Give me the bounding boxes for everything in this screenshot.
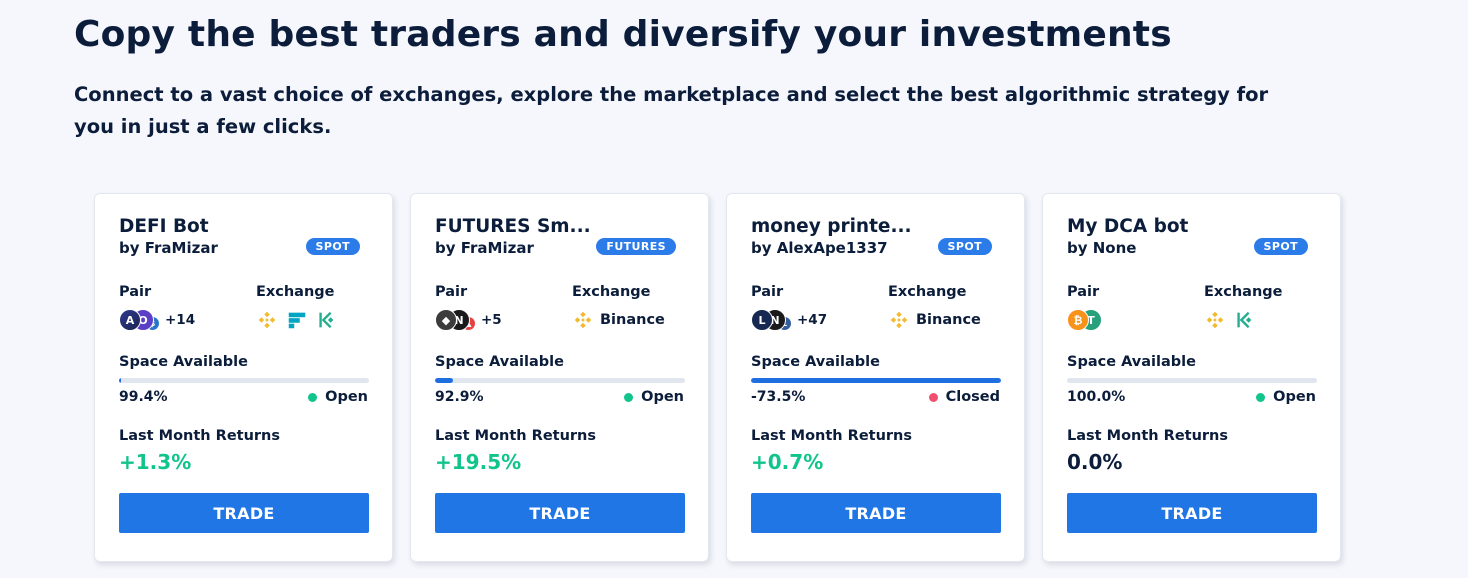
space-progress-bar [435, 378, 685, 383]
bot-card[interactable]: My DCA bot by None SPOT Pair Exchange ₿ T… [1042, 193, 1341, 562]
bot-name[interactable]: DEFI Bot [119, 216, 209, 237]
status-label: Closed [945, 389, 1000, 405]
space-progress-fill [119, 378, 121, 383]
space-available-value: 100.0% [1067, 389, 1126, 405]
bot-name[interactable]: FUTURES Sm... [435, 216, 591, 237]
space-progress-bar [1067, 378, 1317, 383]
bot-name[interactable]: money printe... [751, 216, 912, 237]
kucoin-icon [316, 309, 338, 331]
pair-label: Pair [751, 284, 784, 300]
exchange-icons [256, 308, 338, 332]
status-indicator: Open [308, 389, 368, 405]
space-available-label: Space Available [751, 354, 880, 370]
last-month-returns-label: Last Month Returns [1067, 428, 1229, 444]
bot-card[interactable]: money printe... by AlexApe1337 SPOT Pair… [726, 193, 1025, 562]
trade-button[interactable]: TRADE [119, 493, 369, 533]
exchange-icons: Binance [888, 308, 981, 332]
bot-author[interactable]: by FraMizar [119, 239, 218, 257]
status-indicator: Open [1256, 389, 1316, 405]
space-available-label: Space Available [119, 354, 248, 370]
pair-more-count: +5 [481, 312, 502, 328]
binance-icon [572, 309, 594, 331]
status-label: Open [325, 389, 368, 405]
page-title: Copy the best traders and diversify your… [74, 14, 1172, 55]
space-progress-bar [751, 378, 1001, 383]
status-dot-icon [308, 392, 318, 402]
trade-button[interactable]: TRADE [751, 493, 1001, 533]
luna-icon: L [751, 309, 773, 331]
bot-card-list: DEFI Bot by FraMizar SPOT Pair Exchange … [94, 193, 1341, 562]
exchange-label: Exchange [1204, 284, 1283, 300]
space-available-value: -73.5% [751, 389, 806, 405]
space-progress-fill [435, 378, 453, 383]
exchange-label: Exchange [256, 284, 335, 300]
trade-button[interactable]: TRADE [1067, 493, 1317, 533]
ftx-icon [286, 309, 308, 331]
last-month-returns-value: +0.7% [751, 450, 824, 474]
status-dot-icon [928, 392, 938, 402]
pair-label: Pair [1067, 284, 1100, 300]
exchange-label: Exchange [572, 284, 651, 300]
pair-icons: LNŁ+47 [751, 308, 827, 332]
kucoin-icon [1234, 309, 1256, 331]
pair-more-count: +14 [165, 312, 196, 328]
space-progress-fill [751, 378, 1001, 383]
status-label: Open [1273, 389, 1316, 405]
ethereum-icon: ◆ [435, 309, 457, 331]
bot-name[interactable]: My DCA bot [1067, 216, 1188, 237]
status-label: Open [641, 389, 684, 405]
binance-icon [1204, 309, 1226, 331]
last-month-returns-label: Last Month Returns [435, 428, 597, 444]
binance-icon [256, 309, 278, 331]
trade-button[interactable]: TRADE [435, 493, 685, 533]
pair-icons: ◆N▲+5 [435, 308, 502, 332]
exchange-name: Binance [916, 312, 981, 328]
space-available-label: Space Available [1067, 354, 1196, 370]
space-available-label: Space Available [435, 354, 564, 370]
status-dot-icon [1256, 392, 1266, 402]
exchange-icons: Binance [572, 308, 665, 332]
bot-type-badge: SPOT [305, 238, 360, 255]
last-month-returns-value: +1.3% [119, 450, 192, 474]
status-indicator: Closed [928, 389, 1000, 405]
exchange-icons [1204, 308, 1256, 332]
bot-author[interactable]: by AlexApe1337 [751, 239, 888, 257]
aave-icon: A [119, 309, 141, 331]
bot-card[interactable]: DEFI Bot by FraMizar SPOT Pair Exchange … [94, 193, 393, 562]
bot-type-badge: SPOT [1253, 238, 1308, 255]
last-month-returns-label: Last Month Returns [119, 428, 281, 444]
status-indicator: Open [624, 389, 684, 405]
bot-author[interactable]: by None [1067, 239, 1136, 257]
pair-label: Pair [119, 284, 152, 300]
exchange-name: Binance [600, 312, 665, 328]
bitcoin-icon: ₿ [1067, 309, 1089, 331]
pair-icons: ₿ T [1067, 308, 1102, 332]
page-subtitle: Connect to a vast choice of exchanges, e… [74, 83, 1269, 138]
status-dot-icon [624, 392, 634, 402]
bot-type-badge: SPOT [937, 238, 992, 255]
pair-icons: AO$+14 [119, 308, 195, 332]
space-progress-bar [119, 378, 369, 383]
space-available-value: 92.9% [435, 389, 484, 405]
exchange-label: Exchange [888, 284, 967, 300]
pair-more-count: +47 [797, 312, 828, 328]
last-month-returns-value: 0.0% [1067, 450, 1123, 474]
space-available-value: 99.4% [119, 389, 168, 405]
bot-type-badge: FUTURES [596, 238, 676, 255]
bot-card[interactable]: FUTURES Sm... by FraMizar FUTURES Pair E… [410, 193, 709, 562]
binance-icon [888, 309, 910, 331]
last-month-returns-label: Last Month Returns [751, 428, 913, 444]
last-month-returns-value: +19.5% [435, 450, 522, 474]
pair-label: Pair [435, 284, 468, 300]
bot-author[interactable]: by FraMizar [435, 239, 534, 257]
